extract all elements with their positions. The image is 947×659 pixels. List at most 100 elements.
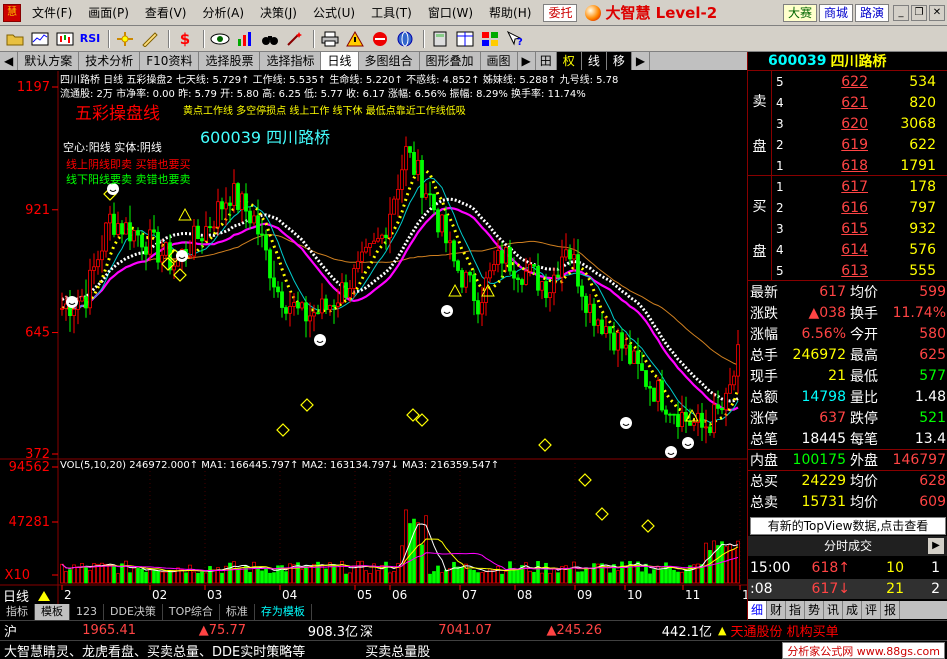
warning-icon[interactable] (344, 29, 366, 49)
bar-chart-icon[interactable] (234, 29, 256, 49)
right-tab-4[interactable]: 讯 (824, 601, 843, 619)
menu-item-4[interactable]: 决策(J) (252, 3, 305, 23)
contest-button[interactable]: 大赛 (782, 3, 817, 22)
tick-row[interactable]: 15:00 618↑ 10 1 (748, 558, 947, 578)
minimize-icon[interactable]: _ (893, 4, 909, 21)
chart-tab-0[interactable]: 默认方案 (18, 52, 80, 70)
buy-row[interactable]: 4 614 576 (776, 239, 946, 260)
tab-more-right[interactable]: ▶ (632, 52, 651, 70)
indicator-tab-6[interactable]: 存为模板 (255, 604, 312, 620)
right-tab-6[interactable]: 评 (862, 601, 881, 619)
buy-row[interactable]: 5 613 555 (776, 260, 946, 281)
indicator-tab-1[interactable]: 模板 (35, 604, 70, 620)
play-icon[interactable]: ▶ (928, 538, 944, 554)
level: 4 (776, 95, 784, 110)
volume-bar (272, 572, 276, 584)
tick-row[interactable]: :08 617↓ 21 2 (748, 579, 947, 599)
kline-chart-icon[interactable] (54, 29, 76, 49)
indicator-tab-2[interactable]: 123 (70, 604, 104, 620)
volume-bar (328, 562, 332, 584)
tab-rights[interactable]: 权 (556, 52, 582, 70)
chart-tab-5[interactable]: 日线 (321, 52, 359, 70)
entrust-button[interactable]: 委托 (543, 3, 578, 22)
sell-row[interactable]: 3 620 3068 (776, 113, 946, 134)
chart-tab-2[interactable]: F10资料 (140, 52, 200, 70)
help-icon[interactable]: ? (504, 29, 526, 49)
shop-button[interactable]: 商城 (818, 3, 853, 22)
buy-row[interactable]: 1 617 178 (776, 176, 946, 197)
chart-tab-6[interactable]: 多图组合 (359, 52, 420, 70)
print-icon[interactable] (319, 29, 341, 49)
calculator-icon[interactable] (429, 29, 451, 49)
chart-tab-7[interactable]: 图形叠加 (420, 52, 481, 70)
intraday-chart-icon[interactable] (29, 29, 51, 49)
sell-row[interactable]: 1 618 1791 (776, 155, 946, 176)
sell-row[interactable]: 5 622 534 (776, 71, 946, 92)
sh-amount: 908.3亿 (307, 625, 358, 640)
topview-banner[interactable]: 有新的TopView数据,点击查看 (750, 517, 946, 535)
menu-item-1[interactable]: 画面(P) (80, 3, 137, 23)
chart-tab-8[interactable]: 画图 (481, 52, 518, 70)
indicator-tab-3[interactable]: DDE决策 (104, 604, 163, 620)
sell-row[interactable]: 2 619 622 (776, 134, 946, 155)
candle-body (224, 202, 228, 210)
kline-chart[interactable]: 四川路桥 日线 五彩操盘2 七天线: 5.729↑ 工作线: 5.535↑ 生命… (0, 71, 747, 604)
right-tab-2[interactable]: 指 (786, 601, 805, 619)
tab-scroll-left[interactable]: ◀ (0, 52, 19, 70)
dollar-icon[interactable]: $ (174, 29, 196, 49)
menu-item-3[interactable]: 分析(A) (194, 3, 252, 23)
right-tab-1[interactable]: 财 (767, 601, 786, 619)
ticker-text-2[interactable]: 买卖总量股 (365, 641, 430, 659)
app-logo-icon[interactable]: 慧 (3, 3, 21, 22)
candle-body (728, 384, 732, 394)
no-entry-icon[interactable] (369, 29, 391, 49)
grid-window-icon[interactable] (454, 29, 476, 49)
ad-banner[interactable]: 分析家公式网 www.88gs.com (782, 642, 945, 659)
restore-icon[interactable]: ❐ (911, 4, 927, 21)
right-tab-7[interactable]: 报 (881, 601, 900, 619)
globe-icon[interactable] (394, 29, 416, 49)
menu-item-0[interactable]: 文件(F) (24, 3, 80, 23)
sell-row[interactable]: 4 621 820 (776, 92, 946, 113)
volume-bar (676, 571, 680, 584)
eye-icon[interactable] (209, 29, 231, 49)
ticker-text[interactable]: 大智慧睛灵、龙虎看盘、买卖总量、DDE实时策略等 (0, 641, 305, 659)
right-tab-5[interactable]: 成 (843, 601, 862, 619)
candle-body (144, 246, 148, 255)
tab-move[interactable]: 移 (606, 52, 632, 70)
news-flash[interactable]: 天通股份 机构买单 (730, 621, 838, 640)
candle-body (564, 249, 568, 258)
candle-body (296, 302, 300, 309)
chart-tab-1[interactable]: 技术分析 (79, 52, 141, 70)
close-icon[interactable]: ✕ (929, 4, 945, 21)
menu-item-6[interactable]: 工具(T) (363, 3, 420, 23)
open-folder-icon[interactable] (4, 29, 26, 49)
menu-item-2[interactable]: 查看(V) (137, 3, 195, 23)
buy-row[interactable]: 3 615 932 (776, 218, 946, 239)
crosshair-icon[interactable] (114, 29, 136, 49)
candle-body (244, 193, 248, 212)
layout-icon[interactable] (479, 29, 501, 49)
buy-row[interactable]: 2 616 797 (776, 197, 946, 218)
chart-tab-4[interactable]: 选择指标 (260, 52, 322, 70)
vol-tick-label: X10 (5, 568, 30, 583)
tab-line[interactable]: 线 (581, 52, 607, 70)
menu-item-8[interactable]: 帮助(H) (481, 3, 539, 23)
binoculars-icon[interactable] (259, 29, 281, 49)
menu-item-5[interactable]: 公式(U) (305, 3, 363, 23)
tab-grid[interactable]: 田 (536, 52, 557, 70)
chart-tab-3[interactable]: 选择股票 (199, 52, 261, 70)
candle-body (220, 201, 224, 210)
indicator-tab-5[interactable]: 标准 (220, 604, 255, 620)
roadshow-button[interactable]: 路演 (854, 3, 889, 22)
right-tab-3[interactable]: 势 (805, 601, 824, 619)
magic-wand-icon[interactable] (284, 29, 306, 49)
indicator-tab-4[interactable]: TOP综合 (163, 604, 220, 620)
tab-scroll-right[interactable]: ▶ (518, 52, 536, 70)
rsi-indicator-icon[interactable]: RSI (79, 29, 101, 49)
right-tab-0[interactable]: 细 (748, 601, 767, 619)
menu-item-7[interactable]: 窗口(W) (420, 3, 481, 23)
quote-value: 18445 (801, 430, 846, 447)
indicator-tab-0[interactable]: 指标 (0, 604, 35, 620)
ruler-icon[interactable] (139, 29, 161, 49)
